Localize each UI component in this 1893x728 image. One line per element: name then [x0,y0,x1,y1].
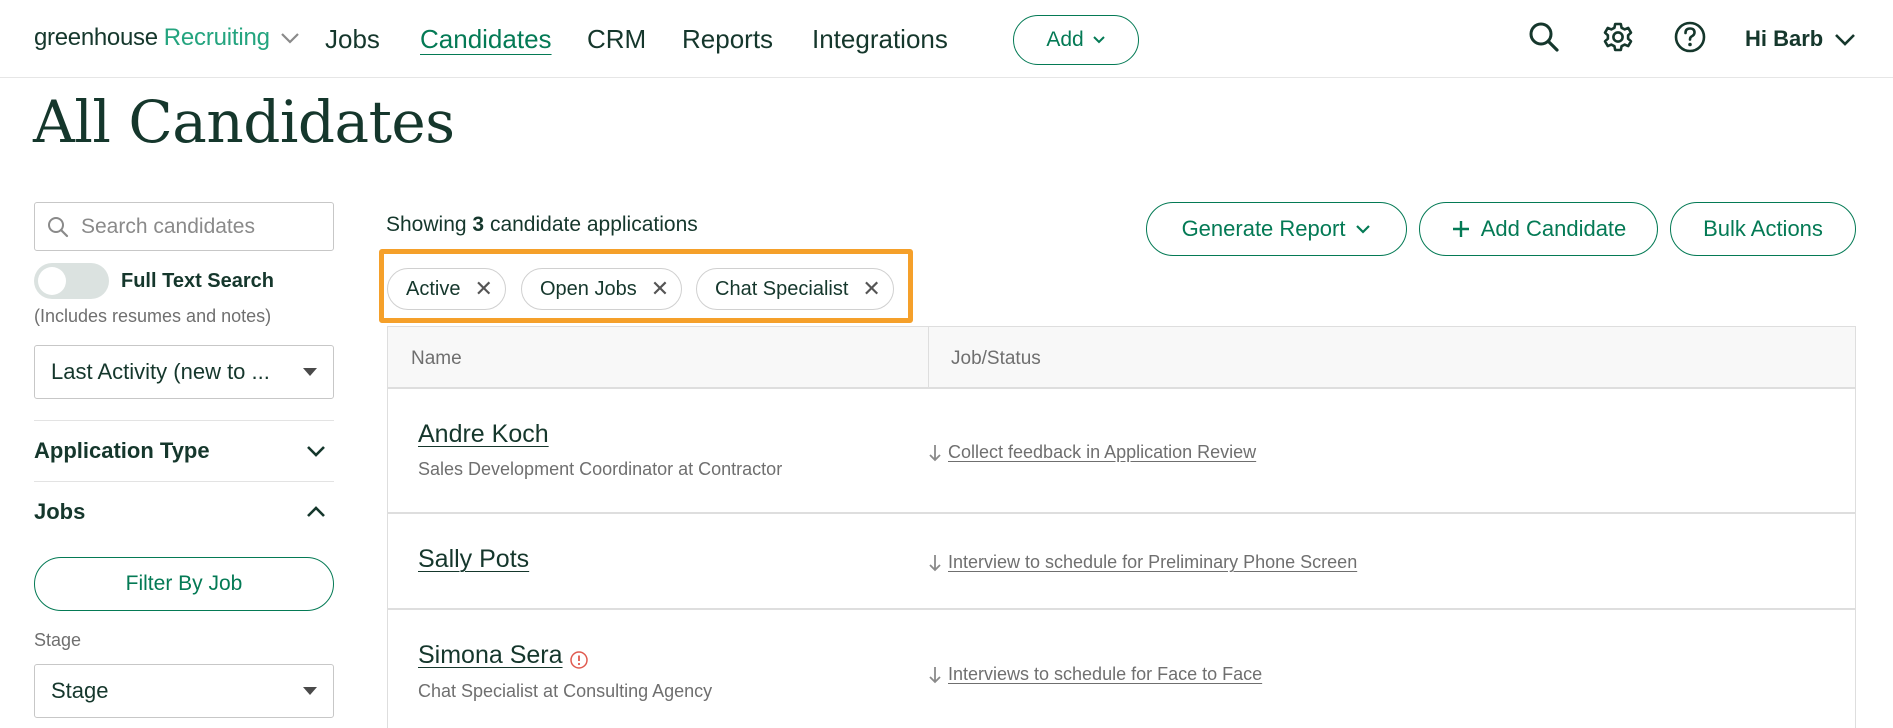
filter-chip-active[interactable]: Active ✕ [387,268,506,310]
user-greeting: Hi Barb [1745,26,1824,51]
filter-chip-label: Chat Specialist [715,277,849,300]
jobs-header[interactable]: Jobs [34,499,85,525]
help-icon[interactable] [1673,20,1707,54]
nav-link-crm[interactable]: CRM [587,24,646,55]
filter-by-job-label: Filter By Job [125,572,243,595]
filter-chip-label: Open Jobs [540,277,637,300]
sidebar-divider [34,420,334,421]
chevron-down-icon[interactable] [304,439,328,463]
column-header-name[interactable]: Name [411,348,462,370]
chevron-down-icon [1356,225,1371,234]
filter-by-job-button[interactable]: Filter By Job [34,557,334,611]
close-icon[interactable]: ✕ [474,278,492,300]
caret-down-icon [303,368,317,376]
caret-down-icon [303,687,317,695]
stage-label: Stage [34,630,82,650]
candidate-subtitle: Sales Development Coordinator at Contrac… [418,459,783,479]
plus-icon [1452,221,1469,237]
candidate-status: Collect feedback in Application Review [928,442,1256,463]
column-divider [928,327,929,389]
nav-link-reports[interactable]: Reports [682,24,773,55]
chevron-up-icon[interactable] [304,500,328,524]
table-row: Sally Pots Interview to schedule for Pre… [388,514,1855,610]
greenhouse-logo[interactable]: greenhouse Recruiting [34,24,302,52]
sort-select-value: Last Activity (new to ... [51,359,270,384]
candidate-status-link[interactable]: Collect feedback in Application Review [948,442,1256,463]
add-candidate-button[interactable]: Add Candidate [1419,202,1658,256]
generate-report-button[interactable]: Generate Report [1146,202,1407,256]
candidate-status-link[interactable]: Interviews to schedule for Face to Face [948,664,1262,685]
search-input[interactable] [81,214,321,239]
stage-select-value: Stage [51,678,109,703]
add-candidate-label: Add Candidate [1480,216,1627,241]
toggle-knob [38,267,66,295]
close-icon[interactable]: ✕ [651,278,669,300]
nav-link-jobs[interactable]: Jobs [325,24,380,55]
search-box[interactable] [34,202,334,251]
add-button-label: Add [1046,28,1084,51]
stage-select[interactable]: Stage [34,664,334,718]
results-count-prefix: Showing [386,213,467,236]
arrow-down-icon [929,666,941,683]
top-navigation: greenhouse Recruiting Jobs Candidates CR… [0,0,1893,78]
filter-chip-label: Active [406,277,461,300]
generate-report-label: Generate Report [1181,216,1346,241]
sort-select[interactable]: Last Activity (new to ... [34,345,334,399]
application-type-header[interactable]: Application Type [34,438,210,464]
candidate-name-link[interactable]: Andre Koch [418,420,549,449]
arrow-down-icon [929,554,941,571]
chevron-down-icon [1835,34,1856,46]
results-count: Showing 3 candidate applications [386,213,698,237]
arrow-down-icon [929,444,941,461]
candidate-status-link[interactable]: Interview to schedule for Preliminary Ph… [948,552,1357,573]
close-icon[interactable]: ✕ [862,278,880,300]
bulk-actions-label: Bulk Actions [1703,216,1823,241]
bulk-actions-button[interactable]: Bulk Actions [1670,202,1856,256]
alert-icon[interactable] [569,650,589,670]
table-row: Simona Sera Chat Specialist at Consultin… [388,610,1855,728]
logo-wordmark: greenhouse [34,24,158,51]
search-icon[interactable] [1527,20,1561,54]
column-header-job-status[interactable]: Job/Status [951,348,1041,370]
candidate-status: Interviews to schedule for Face to Face [928,664,1262,685]
candidate-subtitle: Chat Specialist at Consulting Agency [418,681,713,701]
search-icon [48,216,69,237]
results-count-suffix: candidate applications [489,213,698,236]
candidate-name-link[interactable]: Simona Sera [418,641,563,670]
page-title: All Candidates [33,88,455,156]
add-button[interactable]: Add [1013,15,1139,65]
candidates-table: Name Job/Status Andre Koch Sales Develop… [387,326,1856,728]
full-text-search-toggle[interactable] [34,263,109,299]
full-text-search-label: Full Text Search [121,270,275,292]
filter-chip-open-jobs[interactable]: Open Jobs ✕ [521,268,683,310]
chevron-down-icon [281,33,299,44]
candidate-name-link[interactable]: Sally Pots [418,545,529,574]
nav-link-integrations[interactable]: Integrations [812,24,948,55]
filter-chip-chat-specialist[interactable]: Chat Specialist ✕ [696,268,894,310]
table-header: Name Job/Status [388,327,1855,389]
full-text-search-note: (Includes resumes and notes) [34,306,272,326]
logo-product-name: Recruiting [163,24,270,51]
table-row: Andre Koch Sales Development Coordinator… [388,389,1855,514]
results-count-number: 3 [472,213,485,236]
sidebar-divider [34,481,334,482]
gear-icon[interactable] [1601,20,1635,54]
user-menu[interactable]: Hi Barb [1745,26,1857,52]
candidate-status: Interview to schedule for Preliminary Ph… [928,552,1357,573]
chevron-down-icon [1092,36,1105,44]
nav-link-candidates[interactable]: Candidates [420,24,552,55]
